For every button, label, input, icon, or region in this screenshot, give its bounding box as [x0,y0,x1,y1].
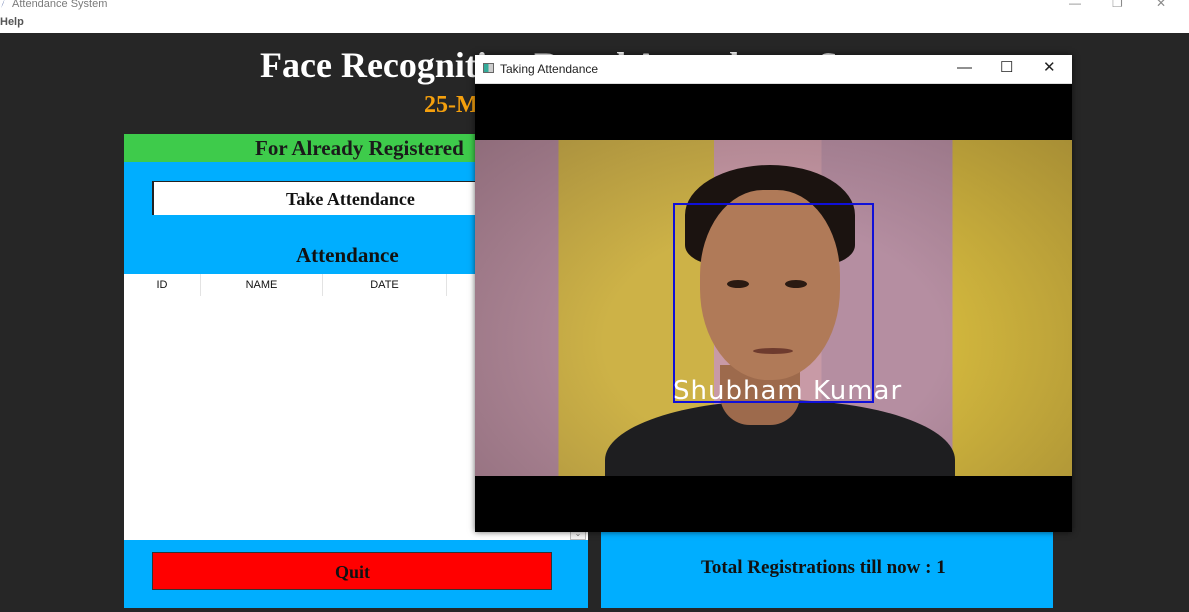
take-attendance-label: Take Attendance [286,189,415,209]
minimize-button[interactable]: — [1069,0,1081,10]
date-label: 25-M [424,92,479,118]
attendance-heading: Attendance [296,243,399,267]
face-detection-box [673,203,874,403]
menu-help[interactable]: Help [0,16,24,28]
column-header-date[interactable]: DATE [323,274,447,296]
column-header-id[interactable]: ID [124,274,201,296]
camera-title-bar: Taking Attendance — ☐ ✕ [475,55,1072,84]
app-window-title: Attendance System [12,0,108,10]
column-header-name[interactable]: NAME [201,274,323,296]
camera-maximize-button[interactable]: ☐ [1000,59,1013,77]
take-attendance-button[interactable]: Take Attendance [152,181,492,215]
total-registrations-label: Total Registrations till now : 1 [701,557,946,578]
app-feather-icon [1,0,5,8]
menu-bar: Help [0,12,1189,33]
registrations-panel: Total Registrations till now : 1 [601,532,1053,608]
camera-window: Taking Attendance — ☐ ✕ Shubham Kumar [475,55,1072,532]
restore-button[interactable]: ❐ [1112,0,1123,10]
quit-label: Quit [335,562,371,582]
camera-window-title: Taking Attendance [500,62,599,76]
quit-button[interactable]: Quit [152,552,552,590]
registered-heading: For Already Registered [255,136,464,160]
recognized-name-label: Shubham Kumar [673,376,903,406]
camera-close-button[interactable]: ✕ [1043,59,1056,77]
main-title-bar: Attendance System — ❐ ✕ [0,0,1189,12]
close-button[interactable]: ✕ [1156,0,1166,10]
camera-window-icon [483,63,494,73]
camera-feed: Shubham Kumar [475,140,1072,476]
camera-minimize-button[interactable]: — [957,59,972,77]
